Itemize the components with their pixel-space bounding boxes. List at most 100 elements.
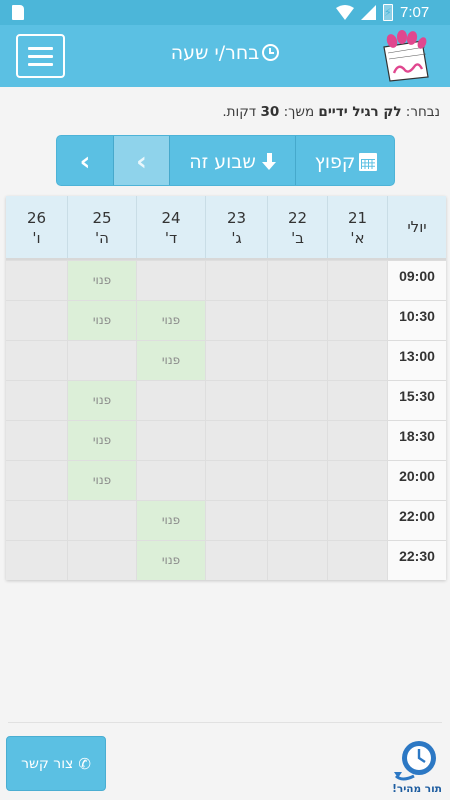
status-bar: 7:07 [0,0,450,25]
menu-icon-bar [28,47,53,50]
unavailable-slot [268,380,328,420]
time-label: 22:00 [388,500,446,540]
footer-divider [8,722,442,723]
unavailable-slot [328,540,388,580]
week-navigation: › › שבוע זה קפוץ [56,135,395,186]
day-letter: ה' [95,229,109,247]
unavailable-slot [268,340,328,380]
app-header: בחר/י שעה [0,25,450,87]
time-label: 13:00 [388,340,446,380]
day-letter: א' [350,229,365,247]
menu-icon-bar [28,55,53,58]
contact-button[interactable]: ✆ צור קשר [6,736,106,791]
month-header: יולי [388,196,446,258]
contact-label: צור קשר [21,755,74,772]
unavailable-slot [6,540,68,580]
unavailable-slot [206,260,268,300]
unavailable-slot [206,300,268,340]
duration-unit: דקות. [222,104,257,120]
this-week-label: שבוע זה [189,150,256,173]
time-label: 10:30 [388,300,446,340]
quick-appointment-button[interactable]: תור מהיר! [392,736,442,794]
day-header: 23 ג' [206,196,268,258]
unavailable-slot [206,340,268,380]
free-slot[interactable]: פנוי [68,460,137,500]
unavailable-slot [268,260,328,300]
unavailable-slot [206,420,268,460]
menu-icon-bar [28,63,53,66]
unavailable-slot [6,460,68,500]
day-number: 24 [161,209,181,227]
unavailable-slot [328,420,388,460]
time-label: 09:00 [388,260,446,300]
day-header: 21 א' [328,196,388,258]
day-number: 26 [26,209,47,227]
this-week-button[interactable]: שבוע זה [169,136,295,185]
page-title-text: בחר/י שעה [170,42,260,64]
unavailable-slot [268,420,328,460]
unavailable-slot [328,500,388,540]
page-title: בחר/י שעה [150,42,300,64]
unavailable-slot [6,260,68,300]
free-slot[interactable]: פנוי [137,540,206,580]
sd-card-icon [12,5,24,20]
arrow-down-icon [261,152,276,171]
unavailable-slot [328,380,388,420]
unavailable-slot [137,380,206,420]
day-number: 21 [347,209,368,227]
previous-week-button[interactable]: › [113,136,169,185]
day-number: 23 [226,209,247,227]
free-slot[interactable]: פנוי [137,500,206,540]
jump-button[interactable]: קפוץ [295,136,394,185]
unavailable-slot [268,500,328,540]
unavailable-slot [137,260,206,300]
free-slot[interactable]: פנוי [137,300,206,340]
unavailable-slot [68,540,137,580]
day-letter: ג' [231,229,242,247]
day-letter: ו' [32,229,41,247]
calendar-icon [359,152,378,171]
signal-icon [361,5,376,20]
unavailable-slot [206,500,268,540]
time-label: 20:00 [388,460,446,500]
free-slot[interactable]: פנוי [68,380,137,420]
day-number: 25 [92,209,112,227]
selected-service-name: לק רגיל ידיים [318,104,402,120]
free-slot[interactable]: פנוי [68,300,137,340]
jump-label: קפוץ [314,150,356,173]
unavailable-slot [6,300,68,340]
unavailable-slot [137,460,206,500]
unavailable-slot [68,500,137,540]
free-slot[interactable]: פנוי [137,340,206,380]
salon-logo [383,30,429,82]
unavailable-slot [6,380,68,420]
unavailable-slot [328,340,388,380]
unavailable-slot [137,420,206,460]
free-slot[interactable]: פנוי [68,420,137,460]
duration-value: 30 [260,104,280,120]
unavailable-slot [268,460,328,500]
wifi-icon [336,5,354,20]
day-header: 25 ה' [68,196,137,258]
unavailable-slot [6,420,68,460]
day-number: 22 [287,209,308,227]
next-week-button[interactable]: › [57,136,113,185]
selected-service-summary: נבחר: לק רגיל ידיים משך: 30 דקות. [222,104,440,120]
unavailable-slot [206,540,268,580]
menu-button[interactable] [16,34,65,78]
day-header: 24 ד' [137,196,206,258]
battery-charging-icon [383,4,393,21]
time-label: 22:30 [388,540,446,580]
unavailable-slot [68,340,137,380]
selected-prefix: נבחר: [405,104,440,120]
unavailable-slot [268,540,328,580]
free-slot[interactable]: פנוי [68,260,137,300]
status-time: 7:07 [400,4,430,21]
unavailable-slot [328,300,388,340]
clock-icon [262,44,280,61]
duration-label: משך: [283,104,315,120]
schedule-table: יולי 26 ו' 25 ה' 24 ד' 23 ג' 22 ב' 21 א' 09:00 פנוי 10… [6,196,446,580]
quick-appointment-label: תור מהיר! [392,783,442,794]
phone-icon: ✆ [78,754,91,773]
unavailable-slot [6,340,68,380]
